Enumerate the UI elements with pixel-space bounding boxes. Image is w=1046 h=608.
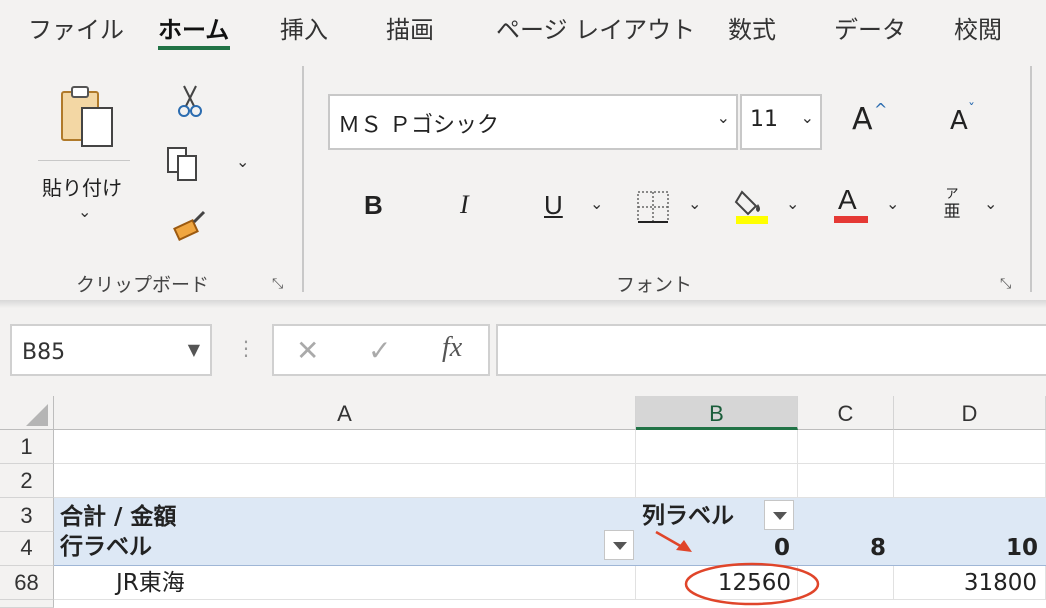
tab-page-layout[interactable]: ページ レイアウト bbox=[496, 10, 695, 45]
annotation-overlay bbox=[655, 530, 820, 606]
phonetic-guide-button[interactable]: ア 亜 bbox=[940, 188, 964, 228]
cell-a1[interactable] bbox=[54, 430, 636, 464]
name-box-value: B85 bbox=[22, 340, 66, 365]
font-group-label: フォント bbox=[616, 274, 693, 296]
ribbon-group-separator-right bbox=[1030, 66, 1032, 292]
row-header-1[interactable]: 1 bbox=[0, 430, 54, 464]
cell-d2[interactable] bbox=[894, 464, 1046, 498]
decrease-font-icon: A bbox=[950, 106, 968, 136]
formula-bar-grip-icon[interactable]: ⋮ bbox=[236, 336, 256, 360]
column-header-d[interactable]: D bbox=[894, 396, 1046, 430]
font-color-swatch bbox=[834, 216, 868, 223]
font-name-value: ＭＳ Ｐゴシック bbox=[338, 113, 499, 138]
active-tab-indicator bbox=[158, 46, 230, 50]
clipboard-dialog-launcher-icon[interactable]: ⤡ bbox=[272, 276, 286, 292]
cell-a68[interactable]: JR東海 bbox=[54, 566, 636, 600]
filter-dropdown-icon bbox=[773, 512, 787, 520]
worksheet-grid: A B C D 1 2 3 合計 / 金額 列ラベル 4 行ラベル 0 8 10… bbox=[0, 396, 1046, 608]
underline-chevron-down-icon[interactable]: ⌄ bbox=[590, 194, 603, 213]
font-size-value: 11 bbox=[750, 107, 778, 132]
phonetic-icon-bottom: 亜 bbox=[943, 202, 961, 222]
cell-d68[interactable]: 31800 bbox=[894, 566, 1046, 600]
insert-function-button[interactable]: fx bbox=[442, 332, 462, 364]
increase-font-size-button[interactable]: A ^ bbox=[852, 100, 887, 137]
ribbon-shadow bbox=[0, 300, 1046, 308]
tab-formulas[interactable]: 数式 bbox=[728, 10, 776, 45]
cell-b1[interactable] bbox=[636, 430, 798, 464]
confirm-entry-icon[interactable]: ✓ bbox=[368, 334, 391, 367]
copy-icon[interactable] bbox=[166, 146, 202, 182]
fill-color-icon[interactable] bbox=[734, 186, 770, 226]
paste-button[interactable]: 貼り付け ⌄ bbox=[38, 84, 130, 234]
font-color-icon: A bbox=[838, 184, 857, 215]
tab-review[interactable]: 校閲 bbox=[954, 10, 1002, 45]
row-header-partial bbox=[0, 600, 54, 608]
annotation-circle bbox=[684, 562, 820, 606]
format-painter-icon[interactable] bbox=[172, 208, 208, 244]
paste-label: 貼り付け bbox=[42, 176, 122, 200]
font-size-select[interactable]: 11 ⌄ bbox=[740, 94, 822, 150]
tab-insert[interactable]: 挿入 bbox=[280, 10, 328, 45]
name-box[interactable]: B85 ▼ bbox=[10, 324, 212, 376]
bold-button[interactable]: B bbox=[364, 190, 383, 221]
clipboard-group-label: クリップボード bbox=[76, 274, 210, 296]
select-all-corner[interactable] bbox=[0, 396, 54, 430]
borders-icon[interactable] bbox=[636, 190, 670, 224]
font-size-chevron-down-icon: ⌄ bbox=[800, 108, 814, 127]
borders-chevron-down-icon[interactable]: ⌄ bbox=[688, 194, 701, 213]
select-all-triangle-icon bbox=[26, 404, 48, 426]
cell-b2[interactable] bbox=[636, 464, 798, 498]
cell-a3-pivot-title[interactable]: 合計 / 金額 bbox=[54, 498, 636, 532]
underline-button[interactable]: U bbox=[544, 190, 563, 221]
column-header-a[interactable]: A bbox=[54, 396, 636, 430]
decrease-font-size-button[interactable]: Aˇ bbox=[950, 102, 975, 136]
font-color-chevron-down-icon[interactable]: ⌄ bbox=[886, 194, 899, 213]
name-box-dropdown-icon: ▼ bbox=[187, 340, 200, 359]
copy-chevron-down-icon[interactable]: ⌄ bbox=[236, 152, 249, 171]
tab-draw[interactable]: 描画 bbox=[386, 10, 434, 45]
row-header-68[interactable]: 68 bbox=[0, 566, 54, 600]
formula-buttons: ✕ ✓ fx bbox=[272, 324, 490, 376]
row-labels-filter-button[interactable] bbox=[604, 530, 634, 560]
font-dialog-launcher-icon[interactable]: ⤡ bbox=[1000, 276, 1014, 292]
font-name-chevron-down-icon: ⌄ bbox=[716, 108, 730, 127]
increase-font-icon: A bbox=[852, 102, 873, 137]
phonetic-icon-top: ア bbox=[945, 187, 959, 202]
font-color-button[interactable]: A bbox=[834, 184, 870, 224]
cell-a2[interactable] bbox=[54, 464, 636, 498]
cell-c1[interactable] bbox=[798, 430, 894, 464]
filter-dropdown-icon bbox=[613, 542, 627, 550]
font-name-select[interactable]: ＭＳ Ｐゴシック ⌄ bbox=[328, 94, 738, 150]
italic-button[interactable]: I bbox=[460, 190, 469, 220]
paste-icon bbox=[61, 86, 113, 147]
cell-c2[interactable] bbox=[798, 464, 894, 498]
cell-d1[interactable] bbox=[894, 430, 1046, 464]
formula-input[interactable] bbox=[496, 324, 1046, 376]
tab-file[interactable]: ファイル bbox=[28, 10, 124, 45]
paste-divider bbox=[38, 160, 130, 161]
fill-color-chevron-down-icon[interactable]: ⌄ bbox=[786, 194, 799, 213]
tab-data[interactable]: データ bbox=[834, 10, 906, 45]
row-header-4[interactable]: 4 bbox=[0, 532, 54, 566]
row-labels-caption[interactable]: 行ラベル bbox=[54, 532, 594, 566]
phonetic-chevron-down-icon[interactable]: ⌄ bbox=[984, 194, 997, 213]
paste-chevron-down-icon: ⌄ bbox=[78, 202, 92, 221]
cancel-entry-icon[interactable]: ✕ bbox=[296, 334, 319, 367]
cell-d4[interactable]: 10 bbox=[894, 532, 1046, 566]
row-header-2[interactable]: 2 bbox=[0, 464, 54, 498]
tab-home[interactable]: ホーム bbox=[158, 10, 229, 45]
cut-icon[interactable] bbox=[176, 84, 204, 118]
column-header-b[interactable]: B bbox=[636, 396, 798, 430]
row-header-3[interactable]: 3 bbox=[0, 498, 54, 532]
column-header-c[interactable]: C bbox=[798, 396, 894, 430]
ribbon-group-separator bbox=[302, 66, 304, 292]
